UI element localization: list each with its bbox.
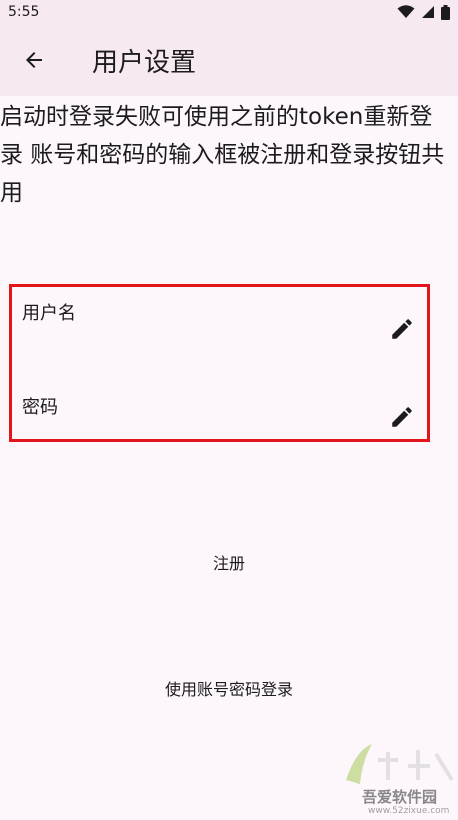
- username-field[interactable]: 用户名: [18, 295, 420, 355]
- status-time: 5:55: [8, 4, 40, 20]
- register-button[interactable]: 注册: [0, 550, 458, 574]
- signal-icon: [422, 6, 434, 18]
- username-edit-button[interactable]: [384, 311, 420, 347]
- pencil-icon: [392, 407, 412, 427]
- battery-icon: [441, 4, 450, 20]
- password-field[interactable]: 密码: [18, 389, 420, 449]
- watermark-url: www.52zixue.com: [368, 806, 450, 816]
- password-edit-button[interactable]: [384, 399, 420, 435]
- watermark-logo-icon: [346, 744, 454, 784]
- watermark-brand: 吾爱软件园: [362, 788, 438, 806]
- password-label: 密码: [22, 397, 58, 418]
- credentials-form: 用户名 密码: [9, 284, 430, 442]
- status-icons: [397, 4, 450, 20]
- password-login-button[interactable]: 使用账号密码登录: [0, 676, 458, 700]
- back-button[interactable]: [6, 32, 62, 88]
- app-bar: 用户设置: [0, 24, 458, 96]
- wifi-icon: [397, 5, 415, 18]
- description-text: 启动时登录失败可使用之前的token重新登录 账号和密码的输入框被注册和登录按钮…: [0, 104, 445, 206]
- username-label: 用户名: [22, 303, 76, 324]
- watermark: 吾爱软件园 www.52zixue.com: [328, 740, 458, 820]
- pencil-icon: [392, 319, 412, 339]
- arrow-left-icon: [26, 52, 42, 68]
- page-title: 用户设置: [92, 47, 197, 78]
- status-bar: 5:55: [0, 0, 458, 24]
